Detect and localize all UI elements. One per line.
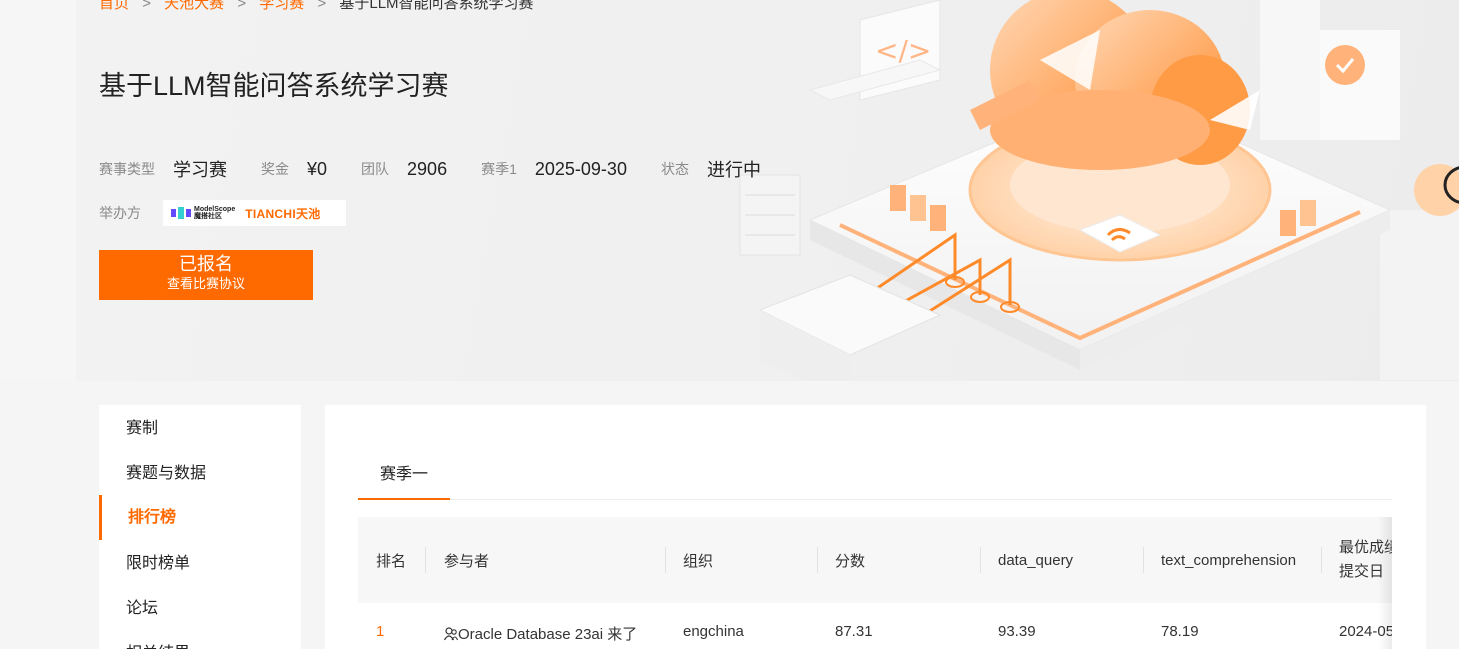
sidebar-item-limited-leaderboard[interactable]: 限时榜单 <box>99 541 301 586</box>
column-header-organization[interactable]: 组织 <box>683 517 713 603</box>
column-header-data-query[interactable]: data_query <box>998 517 1073 603</box>
organizer-label: 举办方 <box>99 205 141 221</box>
hero-illustration: </> <box>739 0 1459 381</box>
meta-team-value: 2906 <box>407 158 448 179</box>
column-header-score[interactable]: 分数 <box>835 517 865 603</box>
modelscope-logo: ModelScope 魔搭社区 <box>171 206 235 220</box>
breadcrumb-learning-link[interactable]: 学习赛 <box>259 0 304 12</box>
team-icon <box>443 627 459 641</box>
participant-name[interactable]: Oracle Database 23ai 来了 <box>458 626 637 643</box>
leaderboard-table: 排名 参与者 组织 分数 data_query text_comprehensi… <box>358 517 1392 649</box>
modelscope-mark-icon <box>171 207 191 219</box>
breadcrumb-separator: > <box>142 0 151 12</box>
meta-team-label: 团队 <box>361 161 390 177</box>
organizer-logos: ModelScope 魔搭社区 TIANCHI天池 <box>163 200 346 226</box>
registered-label: 已报名 <box>179 254 233 274</box>
breadcrumb-tianchi-link[interactable]: 天池大赛 <box>164 0 224 12</box>
sidebar-item-leaderboard[interactable]: 排行榜 <box>99 495 301 540</box>
competition-meta: 赛事类型 学习赛 奖金 ¥0 团队 2906 赛季1 2025-09-30 状态… <box>99 156 795 182</box>
hero-banner: </> 首页 > 天池大赛 > 学习赛 > 基于LLM智能问答系统学习赛 基于L… <box>0 0 1459 381</box>
row-data-query: 93.39 <box>998 623 1036 640</box>
row-participant[interactable]: Oracle Database 23ai 来了 <box>443 623 637 644</box>
meta-prize-label: 奖金 <box>261 161 289 177</box>
modelscope-name: ModelScope <box>194 206 236 213</box>
row-score: 87.31 <box>835 623 873 640</box>
page-root: </> 首页 > 天池大赛 > 学习赛 > 基于LLM智能问答系统学习赛 基于L… <box>0 0 1459 649</box>
registered-button[interactable]: 已报名 查看比赛协议 <box>99 250 313 300</box>
breadcrumb-home-link[interactable]: 首页 <box>99 0 129 12</box>
sidebar-item-forum[interactable]: 论坛 <box>99 586 301 631</box>
horizontal-scroll-shadow <box>1378 517 1392 649</box>
meta-season-value: 2025-09-30 <box>534 158 627 179</box>
table-row[interactable]: 1 Oracle Database 23ai 来了 engchina 87.31… <box>358 603 1392 649</box>
row-text-comprehension: 78.19 <box>1161 623 1199 640</box>
breadcrumb-separator: > <box>317 0 327 12</box>
column-header-participant[interactable]: 参与者 <box>444 517 489 603</box>
sidebar-nav: 赛制 赛题与数据 排行榜 限时榜单 论坛 相关结果 <box>99 405 301 649</box>
row-rank: 1 <box>376 623 385 640</box>
column-divider <box>425 547 426 573</box>
page-title: 基于LLM智能问答系统学习赛 <box>99 71 449 101</box>
meta-season-label: 赛季1 <box>481 161 517 177</box>
sidebar-item-related-results[interactable]: 相关结果 <box>99 631 301 649</box>
meta-type-label: 赛事类型 <box>99 161 155 177</box>
breadcrumb: 首页 > 天池大赛 > 学习赛 > 基于LLM智能问答系统学习赛 <box>99 0 534 13</box>
column-divider <box>1321 547 1322 573</box>
meta-prize-value: ¥0 <box>307 158 328 179</box>
meta-status-value: 进行中 <box>706 160 761 180</box>
organizer-row: 举办方 ModelScope 魔搭社区 TIANCHI天池 <box>99 200 346 226</box>
modelscope-subname: 魔搭社区 <box>194 213 222 220</box>
column-divider <box>980 547 981 573</box>
column-divider <box>665 547 666 573</box>
column-header-rank[interactable]: 排名 <box>376 517 406 603</box>
column-divider <box>1143 547 1144 573</box>
breadcrumb-current: 基于LLM智能问答系统学习赛 <box>339 0 534 12</box>
meta-status-label: 状态 <box>660 161 689 177</box>
column-divider <box>817 547 818 573</box>
row-organization: engchina <box>683 623 744 640</box>
hero-left-strip <box>0 0 76 381</box>
view-agreement-link[interactable]: 查看比赛协议 <box>99 275 313 293</box>
column-header-text-comprehension[interactable]: text_comprehension <box>1161 517 1296 603</box>
sidebar-item-rules[interactable]: 赛制 <box>99 406 301 451</box>
tianchi-logo: TIANCHI天池 <box>245 206 321 221</box>
tab-season-one[interactable]: 赛季一 <box>358 455 450 500</box>
table-header: 排名 参与者 组织 分数 data_query text_comprehensi… <box>358 517 1392 603</box>
leaderboard-panel: 赛季一 排名 参与者 组织 分数 data_query text_compreh… <box>325 405 1426 649</box>
meta-type-value: 学习赛 <box>173 160 227 180</box>
sidebar-item-problem-data[interactable]: 赛题与数据 <box>99 451 301 496</box>
season-tabs: 赛季一 <box>358 455 1392 500</box>
breadcrumb-separator: > <box>237 0 247 12</box>
